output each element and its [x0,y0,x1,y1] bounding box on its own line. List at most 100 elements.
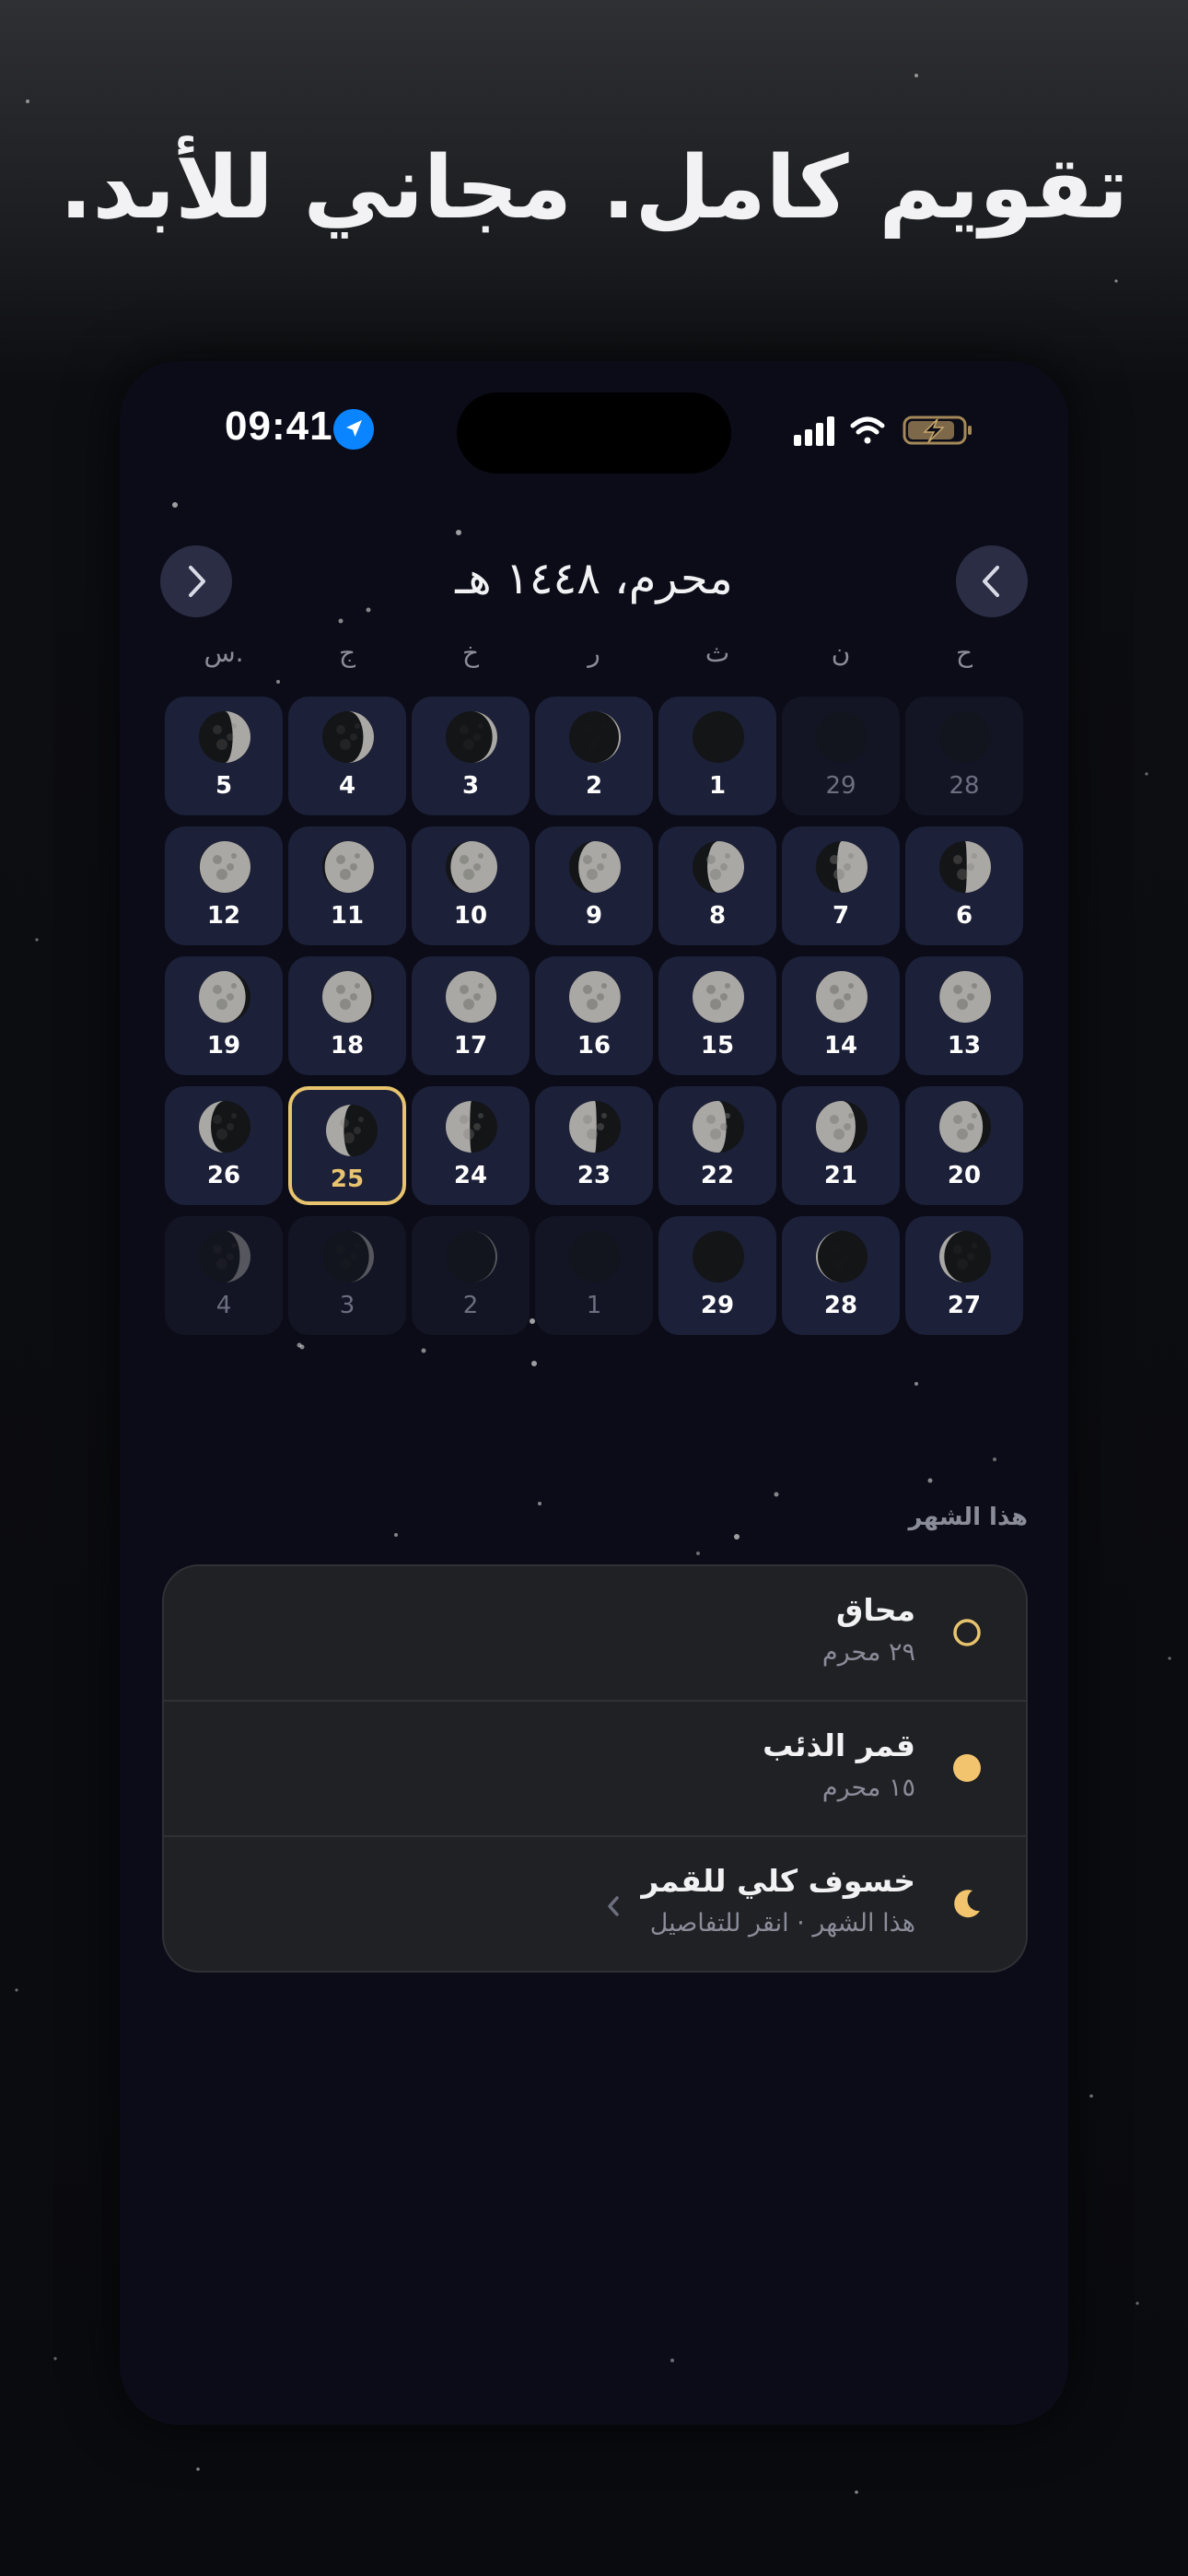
day-cell[interactable]: 13 [905,956,1023,1075]
day-cell[interactable]: 28 [782,1216,900,1335]
cellular-signal-icon [794,416,834,446]
day-cell[interactable]: 17 [412,956,530,1075]
moon-phase-icon [199,841,250,893]
day-number: 3 [461,772,480,800]
day-cell[interactable]: 1 [535,1216,653,1335]
day-cell[interactable]: 21 [782,1086,900,1205]
next-month-button[interactable] [956,545,1028,617]
day-number: 4 [215,1292,232,1319]
day-number: 26 [206,1162,241,1189]
day-cell[interactable]: 15 [658,956,776,1075]
weekday-label: ث [705,638,730,668]
day-cell[interactable]: 26 [165,1086,283,1205]
day-cell[interactable]: 3 [412,697,530,815]
section-label-this-month: هذا الشهر [908,1504,1028,1531]
day-cell[interactable]: 19 [165,956,283,1075]
event-title: محاق [835,1592,915,1628]
moon-phase-icon [322,841,374,893]
event-row-wolf-moon[interactable]: قمر الذئب ١٥ محرم [164,1702,1026,1837]
day-cell[interactable]: 22 [658,1086,776,1205]
event-subtitle: هذا الشهر · انقر للتفاصيل [649,1909,915,1938]
moon-phase-icon [569,711,621,763]
moon-phase-icon [939,1231,991,1282]
day-number: 18 [330,1032,365,1060]
moon-phase-icon [816,841,868,893]
event-row-lunar-eclipse[interactable]: خسوف كلي للقمر هذا الشهر · انقر للتفاصيل [164,1837,1026,1971]
battery-charging-icon [903,416,972,445]
prev-month-button[interactable] [160,545,232,617]
event-title: خسوف كلي للقمر [641,1863,915,1899]
day-number: 4 [338,772,356,800]
moon-phase-icon [322,711,374,763]
dynamic-island [457,392,731,474]
day-cell-today[interactable]: 25 [288,1086,406,1205]
day-cell[interactable]: 24 [412,1086,530,1205]
day-cell[interactable]: 18 [288,956,406,1075]
moon-phase-icon [939,971,991,1023]
moon-phase-icon [693,1231,744,1282]
headline: تقويم كامل. مجاني للأبد. [59,138,1129,239]
moon-phase-icon [569,1231,621,1282]
moon-phase-icon [446,971,497,1023]
moon-phase-icon [939,711,991,763]
day-cell[interactable]: 27 [905,1216,1023,1335]
day-number: 6 [955,902,973,930]
moon-phase-icon [569,1101,621,1153]
moon-phase-icon [693,711,744,763]
events-card: محاق ٢٩ محرم قمر الذئب ١٥ محرم خسوف كلي … [162,1564,1028,1973]
day-cell[interactable]: 4 [165,1216,283,1335]
day-cell[interactable]: 2 [535,697,653,815]
day-cell[interactable]: 28 [905,697,1023,815]
new-moon-ring-icon [953,1619,981,1646]
day-cell[interactable]: 23 [535,1086,653,1205]
moon-phase-icon [816,711,868,763]
day-number: 29 [700,1292,735,1319]
moon-phase-icon [199,971,250,1023]
status-time: 09:41 [225,404,333,449]
weekday-header: ح ن ث ر خ ج س. [162,638,1026,684]
day-number: 8 [708,902,727,930]
weekday-label: س. [204,638,244,668]
day-cell[interactable]: 4 [288,697,406,815]
day-cell[interactable]: 12 [165,826,283,945]
day-cell[interactable]: 1 [658,697,776,815]
day-cell[interactable]: 5 [165,697,283,815]
calendar-grid: 28 29 1 2 3 4 5 6 7 8 9 10 11 12 13 14 15 16 17 18 19 20 21 22 2… [162,697,1026,1346]
day-number: 11 [330,902,365,930]
moon-phase-icon [199,711,250,763]
day-cell[interactable]: 16 [535,956,653,1075]
chevron-right-icon [189,566,205,597]
day-cell[interactable]: 10 [412,826,530,945]
day-number: 14 [823,1032,858,1060]
day-cell[interactable]: 14 [782,956,900,1075]
moon-phase-icon [693,1101,744,1153]
day-number: 17 [453,1032,488,1060]
moon-phase-icon [693,971,744,1023]
day-cell[interactable]: 29 [658,1216,776,1335]
day-cell[interactable]: 11 [288,826,406,945]
day-number: 28 [823,1292,858,1319]
month-title: محرم، ١٤٤٨ هـ [455,553,733,604]
full-moon-icon [953,1754,981,1782]
day-cell[interactable]: 7 [782,826,900,945]
day-cell[interactable]: 29 [782,697,900,815]
day-cell[interactable]: 9 [535,826,653,945]
day-number: 5 [215,772,233,800]
day-cell[interactable]: 3 [288,1216,406,1335]
crescent-icon [954,1890,980,1918]
day-cell[interactable]: 20 [905,1086,1023,1205]
moon-phase-icon [322,1231,374,1282]
moon-phase-icon [446,1101,497,1153]
moon-phase-icon [569,841,621,893]
moon-phase-icon [199,1101,250,1153]
chevron-left-icon [608,1896,619,1916]
day-number: 15 [700,1032,735,1060]
day-number: 2 [462,1292,479,1319]
day-cell[interactable]: 2 [412,1216,530,1335]
day-cell[interactable]: 6 [905,826,1023,945]
event-row-new-moon[interactable]: محاق ٢٩ محرم [164,1566,1026,1702]
day-cell[interactable]: 8 [658,826,776,945]
day-number: 27 [947,1292,982,1319]
moon-phase-icon [939,841,991,893]
day-number: 24 [453,1162,488,1189]
